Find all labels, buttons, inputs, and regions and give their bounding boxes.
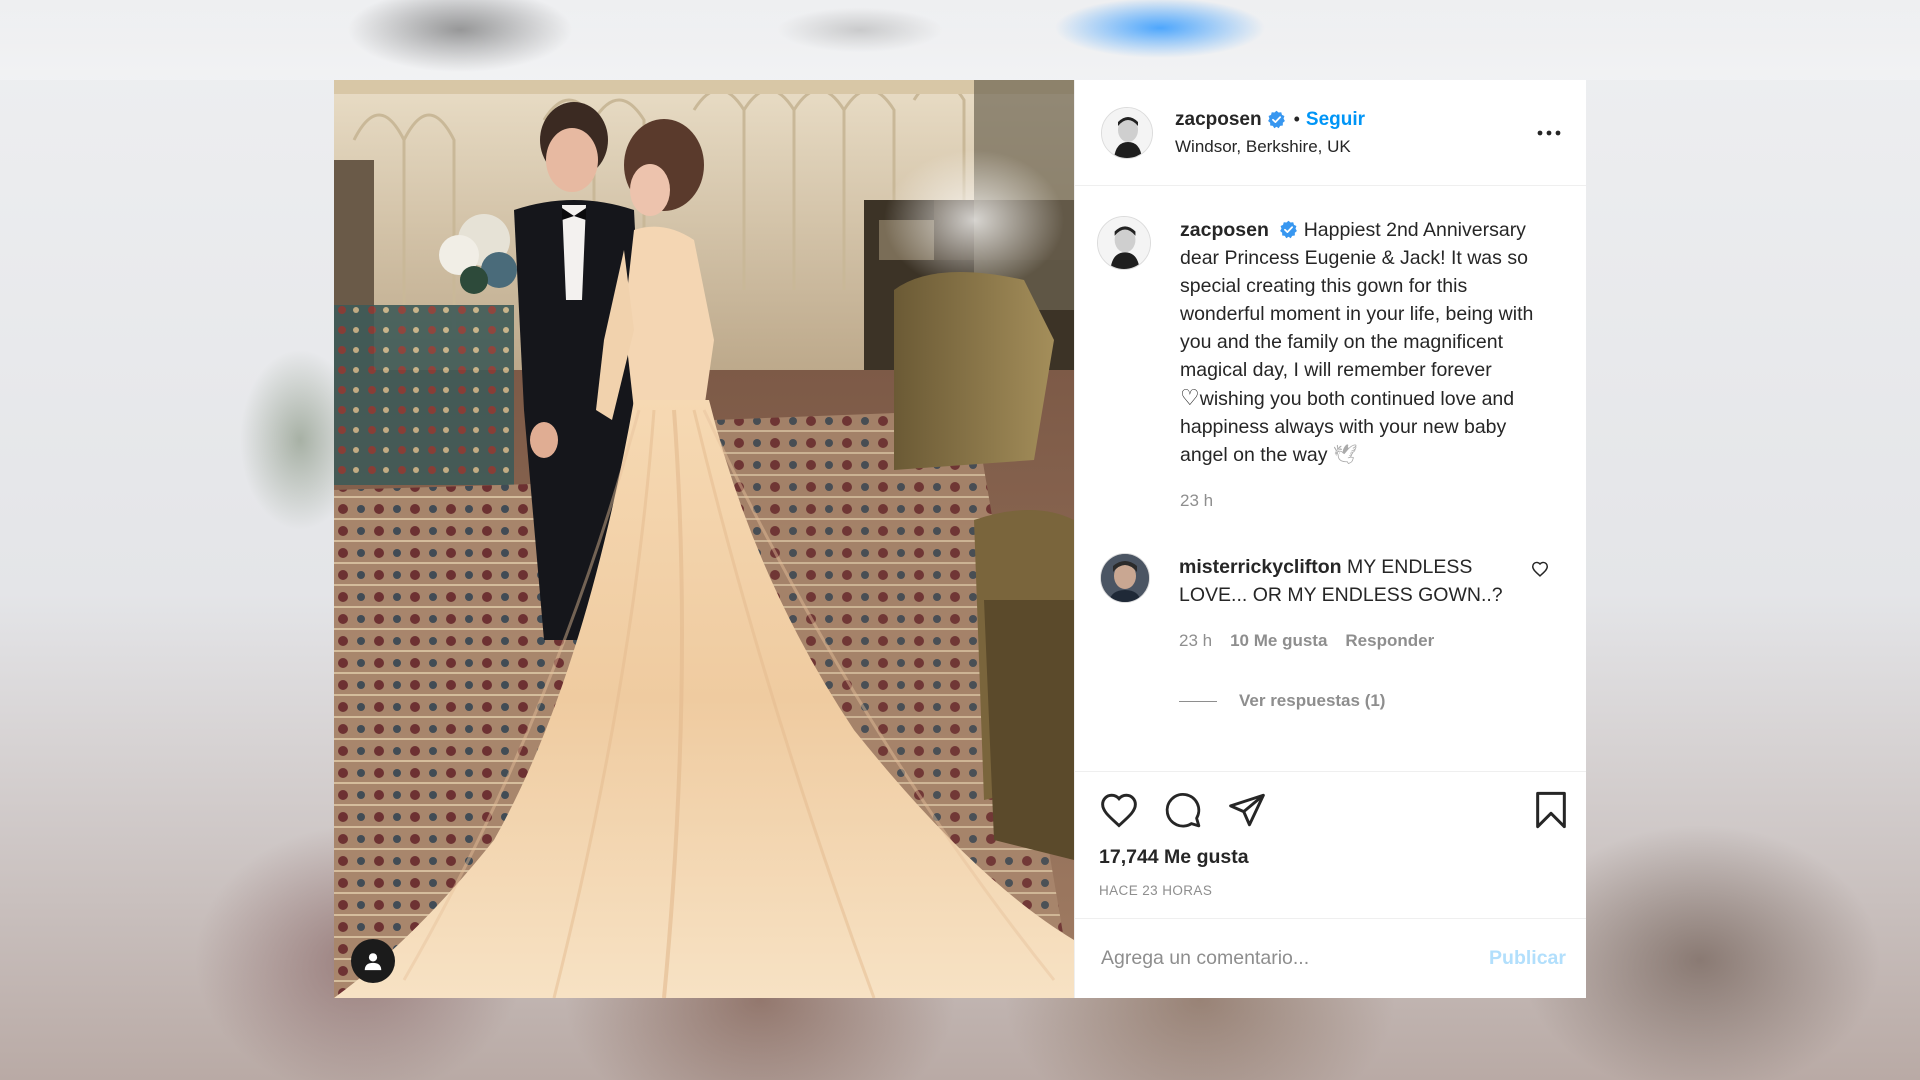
view-replies-button[interactable]: Ver respuestas (1) (1179, 687, 1519, 715)
comment-time[interactable]: 23 h (1179, 627, 1212, 655)
author-portrait-icon (1098, 217, 1150, 269)
comment-icon[interactable] (1163, 791, 1203, 829)
caption-text-part1: Happiest 2nd Anniversary dear Princess E… (1180, 219, 1534, 381)
author-info: zacposen • Seguir Windsor, Berkshire, UK (1175, 109, 1534, 157)
post-photo[interactable] (334, 80, 1074, 998)
more-horizontal-icon[interactable] (1534, 118, 1564, 148)
action-icons (1099, 790, 1568, 830)
post-actions: 17,744 Me gusta HACE 23 HORAS (1075, 771, 1586, 918)
likes-count[interactable]: 17,744 Me gusta (1099, 846, 1568, 869)
post-sidebar: zacposen • Seguir Windsor, Berkshire, UK (1074, 80, 1586, 998)
caption-body: zacposen Happiest 2nd Anniversary dear P… (1180, 216, 1555, 515)
dove-emoji-icon: 🕊 (1332, 444, 1358, 466)
comment-like-heart-icon[interactable] (1531, 561, 1549, 715)
heart-emoji-icon: ♡ (1180, 385, 1200, 410)
screen: zacposen • Seguir Windsor, Berkshire, UK (0, 0, 1920, 1080)
add-comment-bar: Publicar (1075, 918, 1586, 998)
verified-badge-icon (1279, 220, 1298, 239)
comment-meta: 23 h 10 Me gusta Responder (1179, 627, 1519, 655)
author-avatar[interactable] (1101, 106, 1153, 159)
comment-likes[interactable]: 10 Me gusta (1230, 627, 1327, 655)
post-caption: zacposen Happiest 2nd Anniversary dear P… (1097, 216, 1564, 515)
photo-illustration (334, 80, 1074, 998)
follow-button[interactable]: Seguir (1306, 109, 1365, 131)
posted-time[interactable]: HACE 23 HORAS (1099, 883, 1568, 898)
heart-icon[interactable] (1099, 792, 1139, 828)
person-icon (364, 953, 382, 971)
comments-list[interactable]: zacposen Happiest 2nd Anniversary dear P… (1075, 186, 1586, 771)
user-tag-icon[interactable] (351, 939, 395, 983)
comment-input[interactable] (1099, 946, 1490, 971)
view-replies-label: Ver respuestas (1) (1239, 691, 1386, 710)
reply-button[interactable]: Responder (1345, 627, 1434, 655)
post-location[interactable]: Windsor, Berkshire, UK (1175, 137, 1534, 157)
post-header: zacposen • Seguir Windsor, Berkshire, UK (1075, 80, 1586, 186)
caption-username[interactable]: zacposen (1180, 219, 1269, 241)
commenter-portrait-icon (1101, 554, 1149, 602)
caption-time[interactable]: 23 h (1180, 487, 1555, 515)
replies-divider (1179, 700, 1217, 702)
caption-author-avatar[interactable] (1097, 216, 1151, 270)
post-modal: zacposen • Seguir Windsor, Berkshire, UK (334, 80, 1586, 998)
comment-username[interactable]: misterrickyclifton (1179, 556, 1342, 578)
author-portrait-icon (1102, 107, 1152, 158)
publish-button[interactable]: Publicar (1489, 947, 1566, 970)
verified-badge-icon (1267, 110, 1286, 129)
author-username[interactable]: zacposen (1175, 109, 1262, 131)
bookmark-icon[interactable] (1534, 790, 1568, 830)
comment-body: misterrickyclifton MY ENDLESS LOVE... OR… (1179, 553, 1519, 715)
comment-item: misterrickyclifton MY ENDLESS LOVE... OR… (1097, 553, 1564, 715)
share-icon[interactable] (1227, 792, 1267, 828)
commenter-avatar[interactable] (1100, 553, 1150, 603)
follow-separator: • (1293, 109, 1300, 129)
